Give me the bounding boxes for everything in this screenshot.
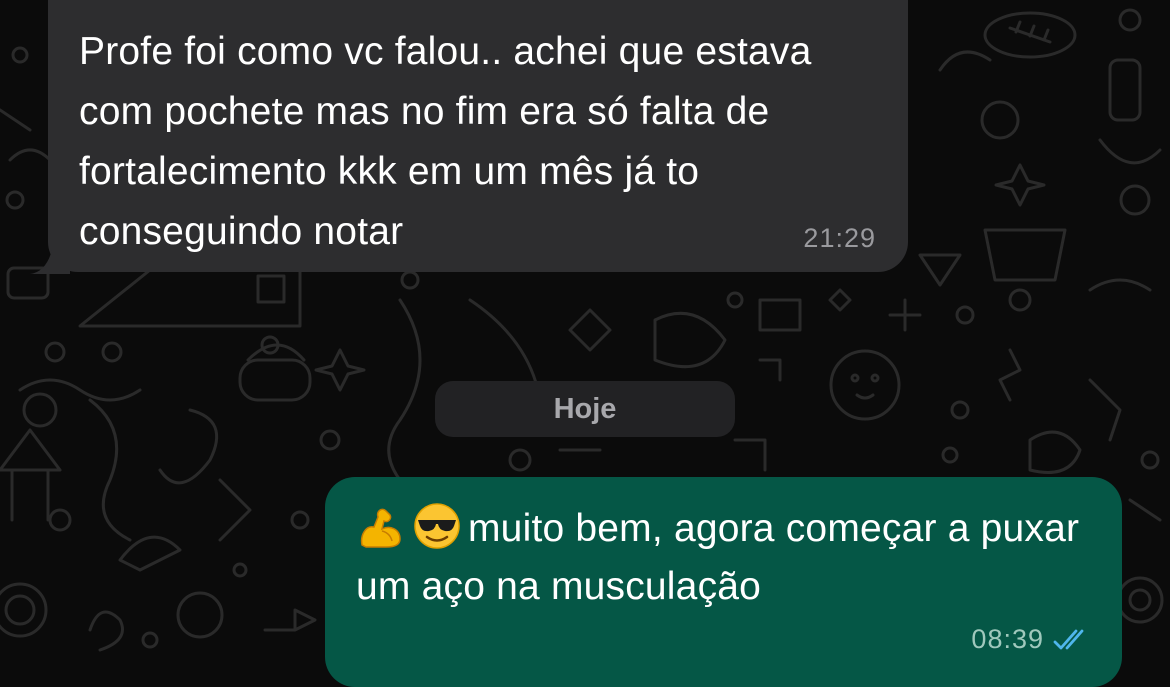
incoming-message-bubble[interactable]: Profe foi como vc falou.. achei que esta… bbox=[48, 0, 908, 272]
incoming-message-time: 21:29 bbox=[803, 223, 876, 253]
sunglasses-face-emoji bbox=[414, 503, 460, 549]
flexed-biceps-emoji bbox=[360, 508, 401, 548]
date-separator: Hoje bbox=[435, 381, 735, 437]
incoming-bubble-tail bbox=[30, 250, 70, 274]
outgoing-message-time: 08:39 bbox=[971, 624, 1044, 654]
date-separator-label: Hoje bbox=[553, 392, 617, 425]
outgoing-message-text: muito bem, agora começar a puxar um aço … bbox=[356, 507, 1080, 608]
incoming-message-text: Profe foi como vc falou.. achei que esta… bbox=[79, 30, 812, 253]
outgoing-message-meta: 08:39 bbox=[971, 624, 1092, 655]
double-check-read-icon bbox=[1053, 629, 1084, 649]
outgoing-message-bubble[interactable]: muito bem, agora começar a puxar um aço … bbox=[325, 477, 1122, 687]
outgoing-message-content: muito bem, agora começar a puxar um aço … bbox=[356, 500, 1096, 616]
